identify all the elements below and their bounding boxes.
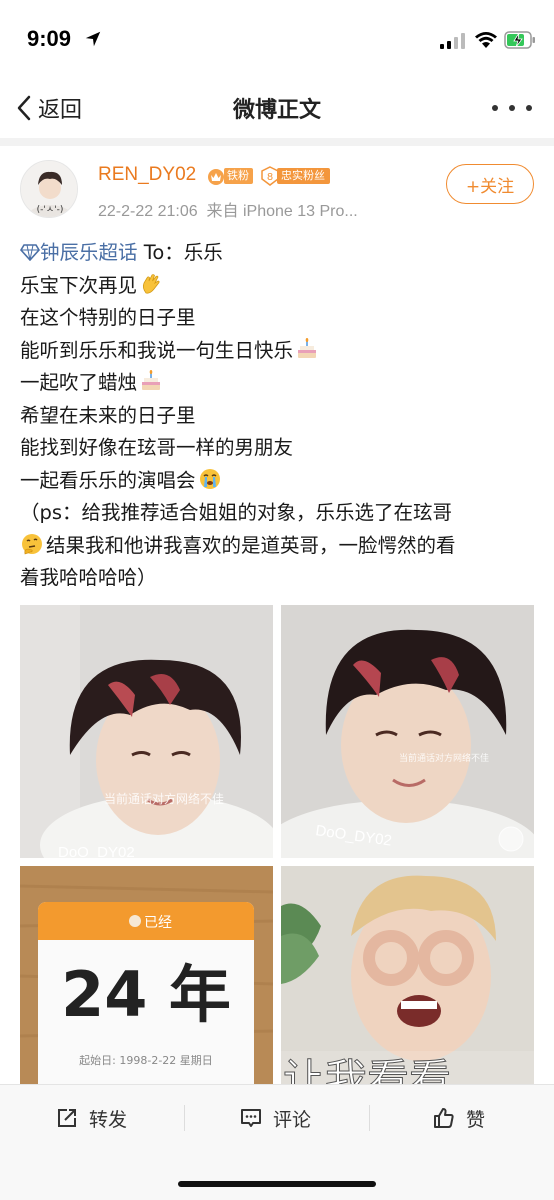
topic-link[interactable]: 钟辰乐超话 [20, 241, 138, 264]
svg-text:起始日: 1998-2-22 星期日: 起始日: 1998-2-22 星期日 [79, 1053, 213, 1067]
chevron-left-icon [17, 95, 31, 121]
post-line: 能找到好像在玹哥一样的男朋友 [20, 436, 294, 459]
post-image-3-calendar[interactable]: 已经 24 年 起始日: 1998-2-22 星期日 [20, 866, 273, 1084]
birthday-cake-emoji [298, 337, 317, 358]
post-source: 来自 iPhone 13 Pro... [206, 203, 358, 220]
post-line: 钟辰乐超话 To：乐乐 [20, 237, 540, 270]
post-image-1[interactable]: 当前通话对方网络不佳 DoO_DY02 [20, 605, 273, 858]
back-button[interactable]: 返回 [16, 92, 82, 124]
section-divider [0, 138, 554, 146]
nav-bar: 返回 微博正文 [0, 80, 554, 136]
action-separator [369, 1105, 370, 1131]
post-image-4[interactable]: 让我看看 [281, 866, 534, 1084]
waving-hand-emoji [142, 273, 160, 294]
home-indicator [178, 1181, 376, 1187]
svg-text:DoO_DY02: DoO_DY02 [58, 844, 135, 858]
like-button[interactable]: 赞 [432, 1103, 485, 1133]
like-label: 赞 [466, 1108, 486, 1131]
comment-button[interactable]: 评论 [239, 1103, 311, 1133]
repost-button[interactable]: 转发 [55, 1103, 127, 1133]
svg-text:已经: 已经 [144, 915, 172, 931]
post-line: 乐宝下次再见 [20, 270, 540, 303]
thinking-emoji [22, 533, 42, 554]
action-separator [184, 1105, 185, 1131]
diamond-icon [20, 244, 40, 261]
svg-text:24 年: 24 年 [61, 958, 231, 1031]
status-bar: 9:09 [0, 0, 554, 80]
birthday-cake-emoji [142, 370, 161, 390]
comment-label: 评论 [273, 1108, 312, 1131]
svg-text:8: 8 [267, 172, 273, 183]
post-meta: 22-2-22 21:06 来自 iPhone 13 Pro... [98, 197, 358, 221]
loyal-fan-badge: 8 忠实粉丝 [260, 166, 330, 186]
post-image-2[interactable]: 当前通话对方网络不佳 DoO_DY02 [281, 605, 534, 858]
post-line: 一起吹了蜡烛 [20, 367, 540, 400]
post-line: 着我哈哈哈哈） [20, 566, 157, 589]
post-line: （ps：给我推荐适合姐姐的对象，乐乐选了在玹哥 [20, 501, 453, 524]
svg-text:当前通话对方网络不佳: 当前通话对方网络不佳 [104, 791, 224, 806]
repost-label: 转发 [89, 1108, 128, 1131]
page-title: 微博正文 [232, 98, 321, 123]
signal-icon [440, 33, 465, 49]
post-line: 结果我和他讲我喜欢的是道英哥，一脸愕然的看 [20, 530, 540, 563]
location-arrow-icon [85, 31, 101, 47]
svg-text:让我看看: 让我看看 [283, 1055, 451, 1084]
follow-button[interactable]: +关注 [446, 164, 534, 204]
back-label: 返回 [38, 98, 83, 123]
svg-text:当前通话对方网络不佳: 当前通话对方网络不佳 [399, 752, 489, 764]
post-timestamp: 22-2-22 21:06 [98, 203, 198, 220]
wifi-icon [475, 32, 497, 48]
crown-icon [208, 169, 224, 185]
username[interactable]: REN_DY02 [98, 164, 196, 186]
comment-icon [241, 1109, 261, 1127]
repost-icon [58, 1109, 76, 1127]
status-time: 9:09 [27, 26, 72, 51]
thumbs-up-icon [434, 1108, 454, 1128]
svg-text:(-'ㅅ'-): (-'ㅅ'-) [37, 205, 64, 215]
post-line: 能听到乐乐和我说一句生日快乐 [20, 335, 540, 368]
post-line: 希望在未来的日子里 [20, 403, 196, 427]
avatar[interactable]: (-'ㅅ'-) [20, 160, 78, 218]
battery-charging-icon [504, 31, 535, 49]
post-line: 一起看乐乐的演唱会 [20, 465, 540, 498]
post-line: 在这个特别的日子里 [20, 306, 196, 329]
more-dots-icon[interactable] [492, 100, 532, 116]
iron-fan-badge: 铁粉 [206, 166, 253, 186]
post-body: 钟辰乐超话 To：乐乐 乐宝下次再见 在这个特别的日子里 能听到乐乐和我说一句生… [20, 237, 540, 595]
crying-emoji [199, 468, 220, 489]
